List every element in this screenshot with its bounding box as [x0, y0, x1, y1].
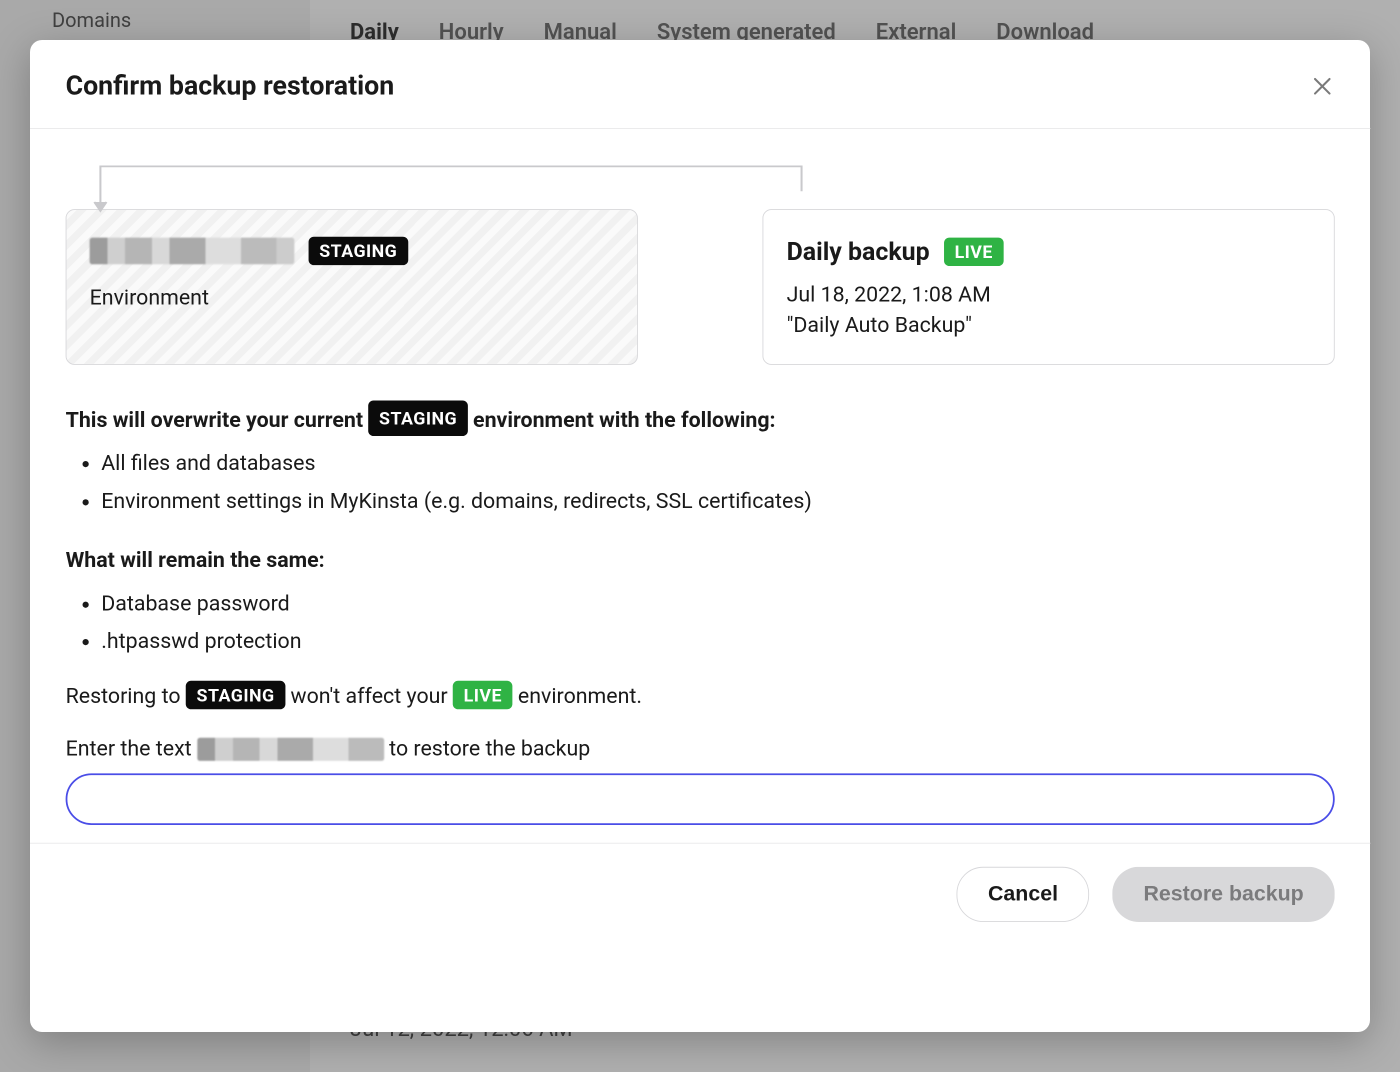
staging-badge-inline-2: STAGING [186, 681, 285, 709]
modal-header: Confirm backup restoration [30, 40, 1370, 129]
list-item: Environment settings in MyKinsta (e.g. d… [101, 484, 1335, 518]
target-env-subtitle: Environment [90, 285, 614, 310]
modal-body: STAGING Environment Daily backup LIVE Ju… [30, 129, 1370, 843]
restore-note-pre: Restoring to [66, 684, 186, 709]
list-item: All files and databases [101, 446, 1335, 480]
restore-cards: STAGING Environment Daily backup LIVE Ju… [66, 209, 1335, 365]
remain-section: What will remain the same: Database pass… [66, 543, 1335, 658]
confirm-text-redacted [197, 738, 384, 761]
restore-note-mid: won't affect your [291, 684, 453, 709]
restore-note-post: environment. [518, 684, 642, 709]
overwrite-section: This will overwrite your current STAGING… [66, 400, 1335, 518]
list-item: Database password [101, 586, 1335, 620]
overwrite-list: All files and databases Environment sett… [101, 446, 1335, 518]
confirm-restore-modal: Confirm backup restoration STAGING Envir… [30, 40, 1370, 1032]
source-backup-description: "Daily Auto Backup" [787, 312, 1311, 337]
close-icon[interactable] [1310, 73, 1335, 98]
restore-direction-arrow [92, 156, 1308, 209]
modal-title: Confirm backup restoration [66, 70, 395, 101]
remain-heading: What will remain the same: [66, 547, 325, 572]
live-badge: LIVE [944, 237, 1004, 265]
source-backup-timestamp: Jul 18, 2022, 1:08 AM [787, 282, 1311, 307]
restore-note: Restoring to STAGING won't affect your L… [66, 681, 1335, 709]
live-badge-inline: LIVE [453, 681, 513, 709]
overwrite-text-post: environment with the following: [473, 408, 776, 433]
staging-badge-inline: STAGING [368, 400, 467, 436]
source-backup-card: Daily backup LIVE Jul 18, 2022, 1:08 AM … [763, 209, 1335, 365]
list-item: .htpasswd protection [101, 624, 1335, 658]
cancel-button[interactable]: Cancel [957, 867, 1089, 922]
overwrite-text-pre: This will overwrite your current [66, 408, 369, 433]
target-environment-card: STAGING Environment [66, 209, 638, 365]
restore-backup-button[interactable]: Restore backup [1112, 867, 1335, 922]
confirm-prompt-pre: Enter the text [66, 736, 197, 761]
confirm-prompt-post: to restore the backup [389, 736, 590, 761]
confirm-prompt: Enter the text to restore the backup [66, 736, 1335, 761]
target-env-name-redacted [90, 238, 295, 265]
confirm-input[interactable] [66, 774, 1335, 826]
staging-badge: STAGING [309, 237, 408, 265]
remain-list: Database password .htpasswd protection [101, 586, 1335, 658]
modal-footer: Cancel Restore backup [30, 843, 1370, 945]
source-backup-title: Daily backup [787, 237, 930, 266]
